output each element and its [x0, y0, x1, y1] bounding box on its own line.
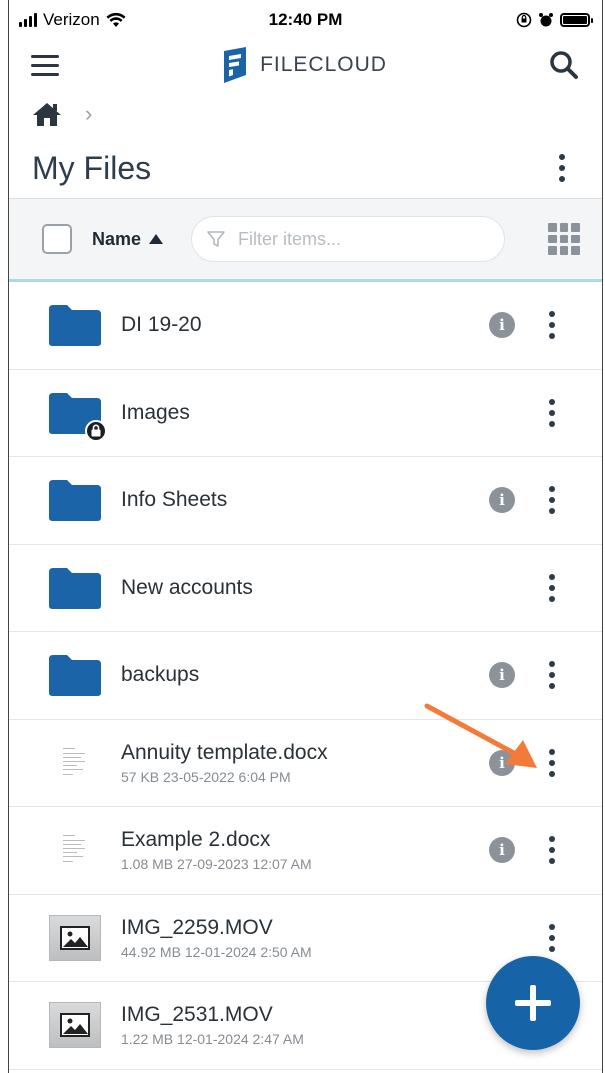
info-icon[interactable]: i: [489, 312, 515, 339]
file-name: Images: [121, 400, 190, 424]
filecloud-logo-icon: [224, 47, 247, 83]
file-info: Info Sheets: [121, 488, 227, 512]
file-list: DI 19-20 i Images Info Sheets i New accounts b…: [9, 282, 602, 1070]
info-icon[interactable]: i: [489, 487, 515, 514]
breadcrumb: ›: [9, 90, 602, 138]
status-bar: Verizon 12:40 PM: [9, 0, 602, 40]
file-meta: 1.08 MB 27-09-2023 12:07 AM: [121, 856, 312, 873]
file-row[interactable]: Annuity template.docx 57 KB 23-05-2022 6:…: [9, 720, 602, 807]
file-thumbnail: [47, 390, 107, 442]
file-more-icon[interactable]: [542, 836, 562, 865]
clock: 12:40 PM: [268, 10, 343, 29]
file-more-icon[interactable]: [542, 748, 562, 777]
plus-icon: [515, 985, 551, 1021]
info-icon[interactable]: i: [489, 749, 515, 776]
file-more-icon[interactable]: [542, 923, 562, 952]
page-more-icon[interactable]: [552, 154, 572, 182]
select-all-checkbox[interactable]: [42, 224, 72, 254]
file-thumbnail: [47, 1002, 103, 1049]
file-meta: 44.92 MB 12-01-2024 2:50 AM: [121, 943, 312, 960]
file-info: Annuity template.docx 57 KB 23-05-2022 6:…: [121, 741, 328, 785]
file-name: backups: [121, 663, 200, 687]
file-meta: 1.22 MB 12-01-2024 2:47 AM: [121, 1031, 304, 1048]
file-info: New accounts: [121, 576, 253, 600]
file-more-icon[interactable]: [542, 486, 562, 515]
file-name: Info Sheets: [121, 488, 228, 512]
file-thumbnail: [47, 652, 103, 698]
file-thumbnail: [47, 565, 103, 611]
file-info: IMG_2531.MOV 1.22 MB 12-01-2024 2:47 AM: [121, 1003, 304, 1047]
file-name: Example 2.docx: [121, 828, 271, 852]
logo-text: FILECLOUD: [260, 53, 387, 76]
orientation-lock-icon: [516, 12, 532, 28]
file-name: IMG_2531.MOV: [121, 1003, 273, 1027]
file-meta: 57 KB 23-05-2022 6:04 PM: [121, 768, 291, 785]
filecloud-logo: FILECLOUD: [220, 47, 387, 83]
document-thumbnail: [60, 830, 90, 871]
sort-by-name-button[interactable]: Name: [92, 228, 164, 250]
page-title: My Files: [32, 149, 152, 186]
wifi-icon: [106, 12, 126, 27]
file-more-icon[interactable]: [542, 573, 562, 602]
app-screen: Verizon 12:40 PM FILECLOUD › My Files Na…: [8, 0, 603, 1073]
file-row[interactable]: DI 19-20 i: [9, 282, 602, 370]
folder-icon: [49, 480, 101, 522]
title-row: My Files: [9, 138, 602, 198]
file-name: IMG_2259.MOV: [121, 915, 273, 939]
document-thumbnail: [60, 742, 90, 783]
folder-icon: [49, 567, 101, 609]
file-row[interactable]: New accounts: [9, 545, 602, 632]
carrier-label: Verizon: [43, 10, 100, 29]
alarm-icon: [539, 13, 553, 27]
file-row[interactable]: Info Sheets i: [9, 457, 602, 545]
file-row[interactable]: Images: [9, 370, 602, 457]
file-info: Example 2.docx 1.08 MB 27-09-2023 12:07 A…: [121, 828, 312, 872]
battery-icon: [560, 13, 593, 27]
folder-icon: [49, 655, 101, 697]
image-icon: [60, 925, 90, 950]
info-icon[interactable]: i: [489, 662, 515, 689]
file-name: DI 19-20: [121, 313, 202, 337]
file-info: DI 19-20: [121, 313, 202, 337]
file-thumbnail: [47, 740, 103, 786]
sort-ascending-icon: [149, 234, 164, 244]
home-icon[interactable]: [31, 101, 63, 127]
file-info: backups: [121, 663, 199, 687]
chevron-right-icon: ›: [85, 101, 93, 126]
menu-icon[interactable]: [31, 54, 59, 76]
file-row[interactable]: backups i: [9, 632, 602, 720]
image-icon: [60, 1013, 90, 1038]
filter-icon: [207, 231, 225, 247]
image-thumbnail: [49, 914, 101, 961]
file-more-icon[interactable]: [542, 398, 562, 427]
file-thumbnail: [47, 302, 103, 348]
file-name: Annuity template.docx: [121, 740, 328, 764]
file-thumbnail: [47, 914, 103, 961]
add-button[interactable]: [486, 956, 580, 1050]
info-icon[interactable]: i: [489, 837, 515, 864]
app-header: FILECLOUD: [9, 40, 602, 90]
file-info: Images: [121, 401, 190, 425]
image-thumbnail: [49, 1002, 101, 1049]
lock-icon: [85, 419, 107, 442]
list-toolbar: Name: [9, 198, 602, 282]
folder-icon: [49, 305, 101, 347]
file-thumbnail: [47, 827, 103, 873]
grid-view-icon[interactable]: [548, 223, 580, 255]
file-info: IMG_2259.MOV 44.92 MB 12-01-2024 2:50 AM: [121, 916, 312, 960]
signal-icon: [19, 13, 37, 27]
search-icon[interactable]: [548, 49, 580, 81]
filter-field[interactable]: [191, 216, 506, 262]
filter-input[interactable]: [238, 228, 469, 250]
file-thumbnail: [47, 477, 103, 523]
file-row[interactable]: Example 2.docx 1.08 MB 27-09-2023 12:07 A…: [9, 807, 602, 895]
file-name: New accounts: [121, 575, 253, 599]
file-more-icon[interactable]: [542, 661, 562, 690]
file-more-icon[interactable]: [542, 311, 562, 340]
sort-label: Name: [92, 228, 142, 249]
